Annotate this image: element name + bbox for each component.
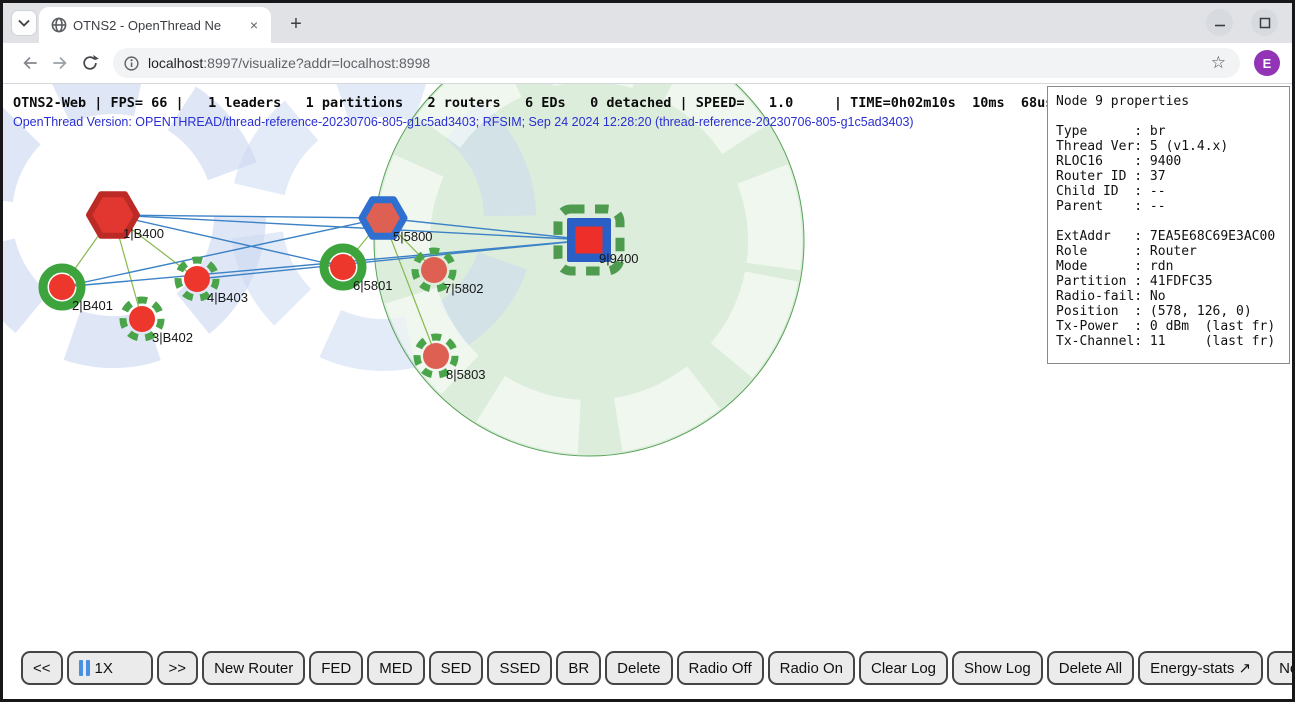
node-properties-body: Type : br Thread Ver: 5 (v1.4.x) RLOC16 … bbox=[1056, 124, 1281, 349]
tab-title: OTNS2 - OpenThread Ne bbox=[73, 18, 239, 33]
toolbar-button-energy-stats[interactable]: Energy-stats ↗ bbox=[1138, 651, 1263, 685]
ed-core bbox=[330, 254, 356, 280]
toolbar-button-new-router[interactable]: New Router bbox=[202, 651, 305, 685]
ed-core bbox=[184, 266, 210, 292]
node-label: 4|B403 bbox=[207, 290, 248, 305]
node-label: 1|B400 bbox=[123, 226, 164, 241]
tab-list-button[interactable] bbox=[11, 10, 37, 36]
toolbar-button-<<[interactable]: << bbox=[21, 651, 63, 685]
toolbar-button-label: MED bbox=[379, 660, 412, 677]
toolbar-button-label: Clear Log bbox=[871, 660, 936, 677]
tab-close-icon[interactable]: × bbox=[245, 16, 263, 34]
toolbar-button-clear-log[interactable]: Clear Log bbox=[859, 651, 948, 685]
ed-core bbox=[423, 343, 449, 369]
toolbar-button-label: >> bbox=[169, 660, 187, 677]
toolbar-button-label: BR bbox=[568, 660, 589, 677]
node-2[interactable]: 2|B401 bbox=[43, 268, 113, 313]
chevron-down-icon bbox=[18, 19, 30, 27]
toolbar-button-label: Delete All bbox=[1059, 660, 1122, 677]
profile-avatar[interactable]: E bbox=[1254, 50, 1280, 76]
node-3[interactable]: 3|B402 bbox=[123, 300, 193, 345]
toolbar-button-fed[interactable]: FED bbox=[309, 651, 363, 685]
toolbar-button-label: SED bbox=[441, 660, 472, 677]
toolbar-button-label: FED bbox=[321, 660, 351, 677]
toolbar-button-label: SSED bbox=[499, 660, 540, 677]
window-controls bbox=[1206, 9, 1278, 36]
toolbar-button-radio-off[interactable]: Radio Off bbox=[677, 651, 764, 685]
minimize-icon bbox=[1214, 17, 1226, 29]
tab-strip: OTNS2 - OpenThread Ne × + bbox=[3, 3, 1292, 43]
toolbar-button-delete-all[interactable]: Delete All bbox=[1047, 651, 1134, 685]
toolbar-button-label: Show Log bbox=[964, 660, 1031, 677]
page-info-icon[interactable] bbox=[123, 55, 140, 72]
toolbar-button-ssed[interactable]: SSED bbox=[487, 651, 552, 685]
node-properties-panel: Node 9 properties Type : br Thread Ver: … bbox=[1047, 86, 1290, 364]
simulation-status-line: OTNS2-Web | FPS= 66 | 1 leaders 1 partit… bbox=[13, 95, 1053, 111]
ed-core bbox=[129, 306, 155, 332]
globe-icon bbox=[51, 17, 67, 33]
url-host: localhost bbox=[148, 55, 203, 71]
toolbar-button-show-log[interactable]: Show Log bbox=[952, 651, 1043, 685]
url-path: :8997/visualize?addr=localhost:8998 bbox=[203, 55, 430, 71]
node-properties-title: Node 9 properties bbox=[1056, 94, 1281, 109]
toolbar-button-label: Energy-stats ↗ bbox=[1150, 659, 1251, 677]
bookmark-star-icon[interactable]: ☆ bbox=[1207, 53, 1230, 73]
toolbar-button-label: Radio Off bbox=[689, 660, 752, 677]
node-label: 6|5801 bbox=[353, 278, 393, 293]
back-button[interactable] bbox=[15, 48, 45, 78]
back-arrow-icon bbox=[20, 53, 40, 73]
toolbar-button-label: Delete bbox=[617, 660, 660, 677]
address-bar[interactable]: localhost:8997/visualize?addr=localhost:… bbox=[113, 48, 1240, 78]
toolbar-button-node-stats[interactable]: Node-stats ↗ bbox=[1267, 651, 1292, 685]
toolbar-button-label: Node-stats ↗ bbox=[1279, 659, 1292, 677]
toolbar-button-1x[interactable]: 1X bbox=[67, 651, 153, 685]
node-label: 2|B401 bbox=[72, 298, 113, 313]
node-label: 7|5802 bbox=[444, 281, 484, 296]
url-text: localhost:8997/visualize?addr=localhost:… bbox=[148, 55, 1207, 71]
ed-core bbox=[421, 257, 447, 283]
pause-icon bbox=[79, 660, 90, 676]
toolbar-button-label: << bbox=[33, 660, 51, 677]
toolbar-button-sed[interactable]: SED bbox=[429, 651, 484, 685]
maximize-icon bbox=[1259, 17, 1271, 29]
toolbar-button-delete[interactable]: Delete bbox=[605, 651, 672, 685]
new-tab-button[interactable]: + bbox=[283, 11, 309, 37]
br-core bbox=[576, 227, 603, 254]
forward-arrow-icon bbox=[50, 53, 70, 73]
minimize-button[interactable] bbox=[1206, 9, 1233, 36]
reload-button[interactable] bbox=[75, 48, 105, 78]
toolbar-button->>[interactable]: >> bbox=[157, 651, 199, 685]
node-label: 8|5803 bbox=[446, 367, 486, 382]
toolbar-button-br[interactable]: BR bbox=[556, 651, 601, 685]
forward-button[interactable] bbox=[45, 48, 75, 78]
simulation-toolbar: << 1X >> New Router FED MED SED SSED BR Delete Rad… bbox=[21, 651, 1292, 685]
tab-otns2[interactable]: OTNS2 - OpenThread Ne × bbox=[39, 7, 271, 43]
toolbar-button-label: 1X bbox=[95, 660, 113, 677]
maximize-button[interactable] bbox=[1251, 9, 1278, 36]
openthread-version-line: OpenThread Version: OPENTHREAD/thread-re… bbox=[13, 115, 914, 129]
toolbar-button-med[interactable]: MED bbox=[367, 651, 424, 685]
node-label: 3|B402 bbox=[152, 330, 193, 345]
otns-visualizer: 1|B400 2|B401 3|B402 4|B403 5|5800 6|5801 7|58… bbox=[3, 84, 1292, 699]
navigation-bar: localhost:8997/visualize?addr=localhost:… bbox=[3, 43, 1292, 84]
ed-core bbox=[49, 274, 75, 300]
toolbar-button-radio-on[interactable]: Radio On bbox=[768, 651, 855, 685]
toolbar-button-label: Radio On bbox=[780, 660, 843, 677]
reload-icon bbox=[80, 53, 100, 73]
toolbar-button-label: New Router bbox=[214, 660, 293, 677]
node-label: 5|5800 bbox=[393, 229, 433, 244]
browser-window: OTNS2 - OpenThread Ne × + bbox=[0, 0, 1295, 702]
node-label: 9|9400 bbox=[599, 251, 639, 266]
